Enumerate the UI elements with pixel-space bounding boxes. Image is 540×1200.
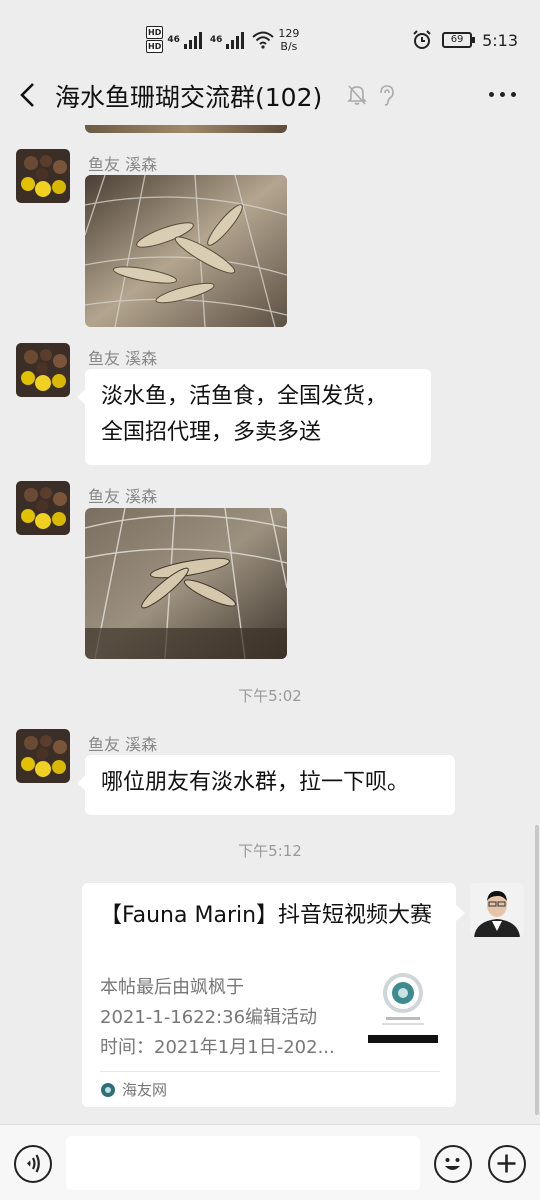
status-left: HD HD 46 46 129 B/s (146, 26, 299, 54)
image-message-partial[interactable] (85, 125, 287, 133)
emoji-icon[interactable] (434, 1145, 472, 1183)
signal-icon-1 (183, 31, 206, 49)
network-type-2: 46 (209, 35, 223, 45)
text-message[interactable]: 哪位朋友有淡水群，拉一下呗。 (77, 755, 455, 815)
card-desc-line: 2021-1-1622:36编辑活动 (100, 1007, 318, 1028)
timestamp: 下午5:12 (238, 842, 302, 860)
avatar[interactable] (16, 481, 70, 535)
avatar[interactable] (16, 729, 70, 783)
chevron-left-icon[interactable] (16, 80, 40, 110)
card-title: 【Fauna Marin】抖音短视频大赛 (100, 903, 433, 928)
sender-name: 鱼友 溪森 (88, 155, 158, 174)
sender-name: 鱼友 溪森 (88, 735, 158, 754)
image-message[interactable] (85, 175, 287, 327)
bell-off-icon (347, 85, 367, 105)
clock: 5:13 (482, 30, 518, 50)
message-text: 哪位朋友有淡水群，拉一下呗。 (101, 770, 410, 795)
image-message[interactable] (85, 508, 287, 659)
network-speed-value: 129 (278, 27, 300, 40)
hd-indicator: HD HD (146, 26, 164, 53)
scrollbar[interactable] (535, 825, 539, 1115)
message-input[interactable] (66, 1136, 420, 1190)
chat-header: 海水鱼珊瑚交流群(102) (0, 70, 540, 122)
network-type-1: 46 (167, 35, 180, 45)
ear-icon (380, 85, 394, 106)
avatar[interactable] (16, 149, 70, 203)
chat-area[interactable]: 鱼友 溪森 鱼友 溪森 淡水鱼，活鱼食，全国发货， 全国招代理，多卖多送 鱼友 … (0, 125, 540, 1122)
more-icon[interactable] (489, 92, 516, 97)
source-logo-icon (101, 1082, 115, 1097)
card-desc-line: 时间：2021年1月1日-202... (100, 1037, 335, 1058)
wifi-icon (252, 31, 275, 49)
card-source-name: 海友网 (122, 1081, 168, 1099)
battery-icon: 69 (442, 32, 476, 48)
message-text-line: 全国招代理，多卖多送 (101, 420, 322, 445)
message-text-line: 淡水鱼，活鱼食，全国发货， (101, 384, 388, 409)
card-source: 海友网 (100, 1079, 167, 1100)
header-status-icons (347, 84, 395, 106)
card-thumbnail (368, 969, 438, 1043)
avatar[interactable] (16, 343, 70, 397)
link-card[interactable]: 【Fauna Marin】抖音短视频大赛 本帖最后由飒枫于 2021-1-162… (82, 883, 465, 1107)
network-speed-unit: B/s (280, 40, 298, 53)
card-description: 本帖最后由飒枫于 2021-1-1622:36编辑活动 时间：2021年1月1日… (100, 973, 362, 1063)
text-message[interactable]: 淡水鱼，活鱼食，全国发货， 全国招代理，多卖多送 (77, 369, 431, 465)
status-right: 69 5:13 (412, 30, 518, 50)
voice-icon[interactable] (14, 1145, 52, 1183)
avatar[interactable] (470, 883, 524, 937)
alarm-icon (413, 30, 431, 49)
signal-icon-2 (226, 31, 248, 49)
timestamp: 下午5:02 (238, 687, 302, 705)
network-speed: 129 B/s (278, 27, 299, 53)
plus-icon[interactable] (488, 1145, 526, 1183)
card-desc-line: 本帖最后由飒枫于 (100, 977, 244, 998)
input-bar (0, 1124, 540, 1200)
sender-name: 鱼友 溪森 (88, 349, 158, 368)
sender-name: 鱼友 溪森 (88, 487, 158, 506)
card-divider (100, 1071, 440, 1072)
chat-title: 海水鱼珊瑚交流群(102) (55, 83, 323, 112)
status-bar: HD HD 46 46 129 B/s 69 5:13 (0, 0, 540, 80)
